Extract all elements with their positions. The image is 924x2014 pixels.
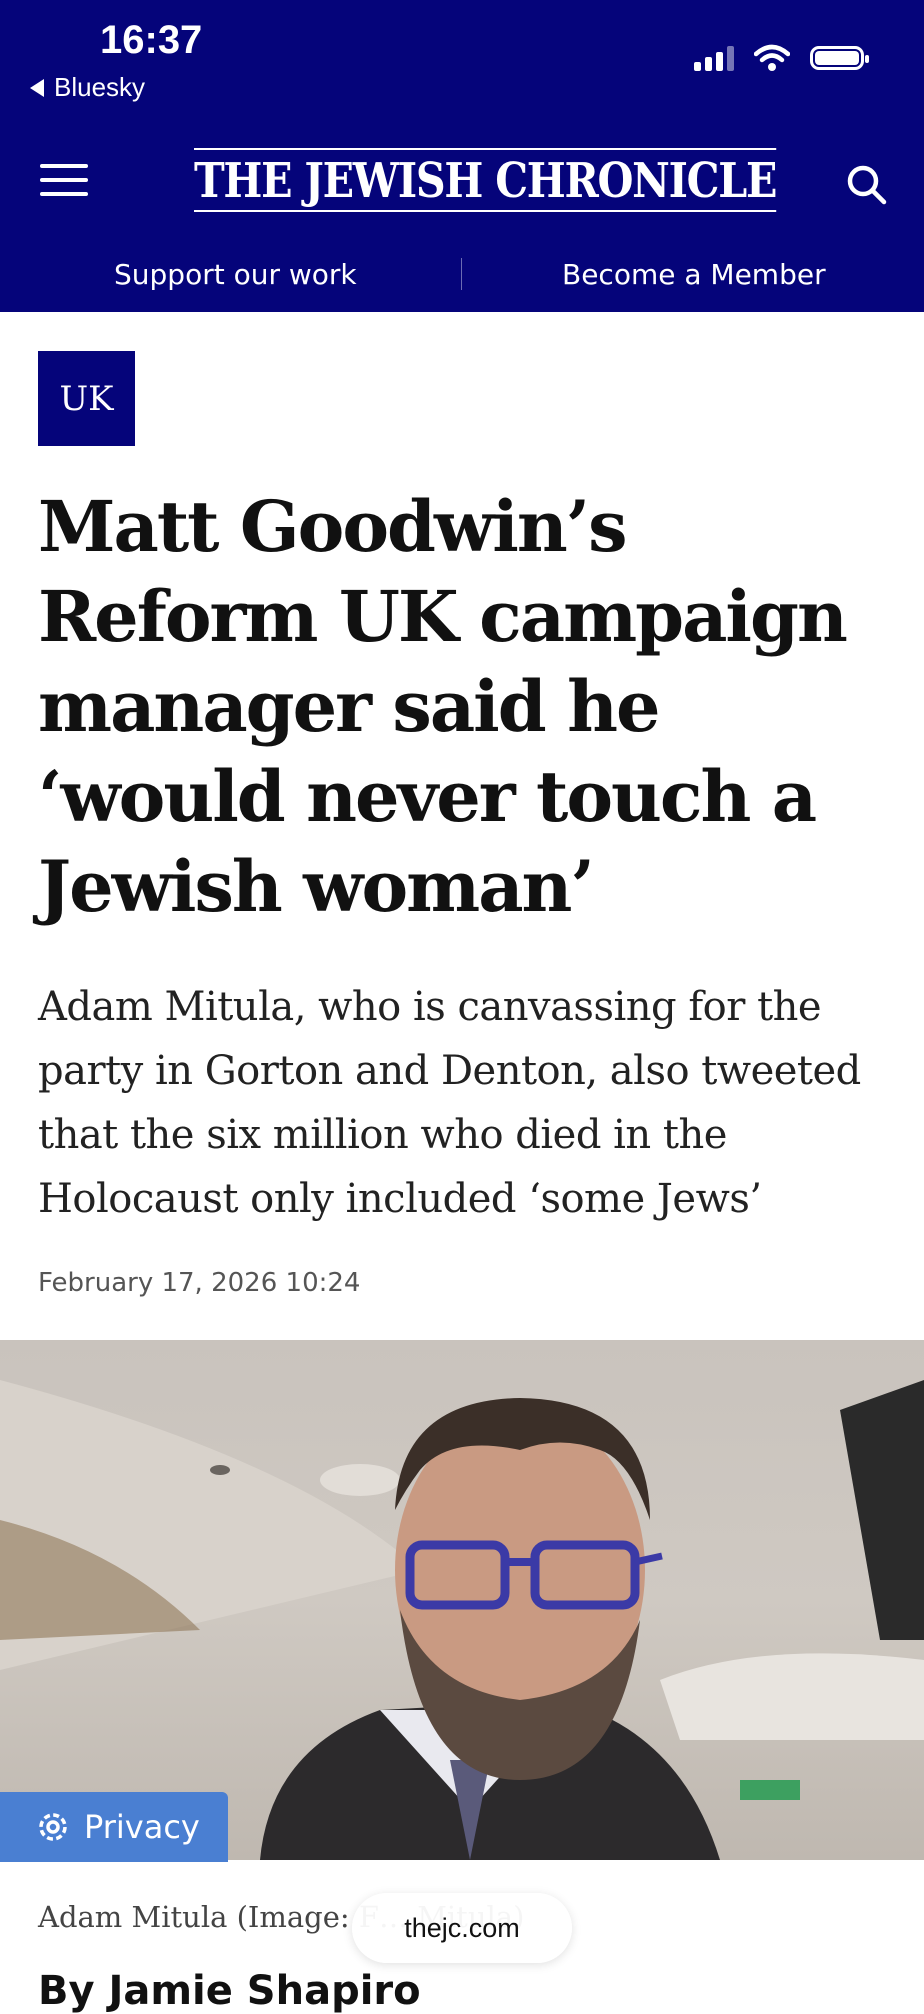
wifi-icon (754, 44, 790, 71)
status-icons (694, 44, 869, 72)
site-header: 16:37 Bluesky THE JEWISH CHRONICLE Suppo… (0, 0, 924, 312)
battery-icon (810, 46, 869, 70)
article-standfirst: Adam Mitula, who is canvassing for the p… (38, 984, 861, 1222)
privacy-button[interactable]: Privacy (0, 1792, 228, 1862)
support-link[interactable]: Support our work (114, 258, 357, 291)
back-to-app[interactable]: Bluesky (30, 72, 145, 103)
back-arrow-icon (30, 78, 44, 97)
article-photo (0, 1340, 924, 1860)
subnav-divider (461, 258, 462, 290)
search-icon[interactable] (844, 162, 888, 206)
status-time: 16:37 (100, 18, 203, 62)
header-subnav: Support our work Become a Member (0, 250, 924, 300)
url-bar[interactable]: thejc.com (352, 1893, 572, 1963)
cellular-signal-icon (694, 45, 734, 71)
hamburger-menu-icon[interactable] (40, 164, 88, 196)
article-byline[interactable]: By Jamie Shapiro (38, 1968, 421, 2014)
back-app-label: Bluesky (54, 72, 146, 102)
gear-icon (39, 1813, 67, 1841)
section-tag[interactable]: UK (38, 351, 135, 446)
site-logo[interactable]: THE JEWISH CHRONICLE (194, 148, 777, 212)
privacy-label: Privacy (84, 1808, 200, 1846)
article-headline: Matt Goodwin’s Reform UK campaign manage… (38, 485, 848, 928)
photo-illustration (0, 1380, 924, 1860)
article-date: February 17, 2026 10:24 (38, 1268, 361, 1298)
become-member-link[interactable]: Become a Member (562, 258, 826, 291)
